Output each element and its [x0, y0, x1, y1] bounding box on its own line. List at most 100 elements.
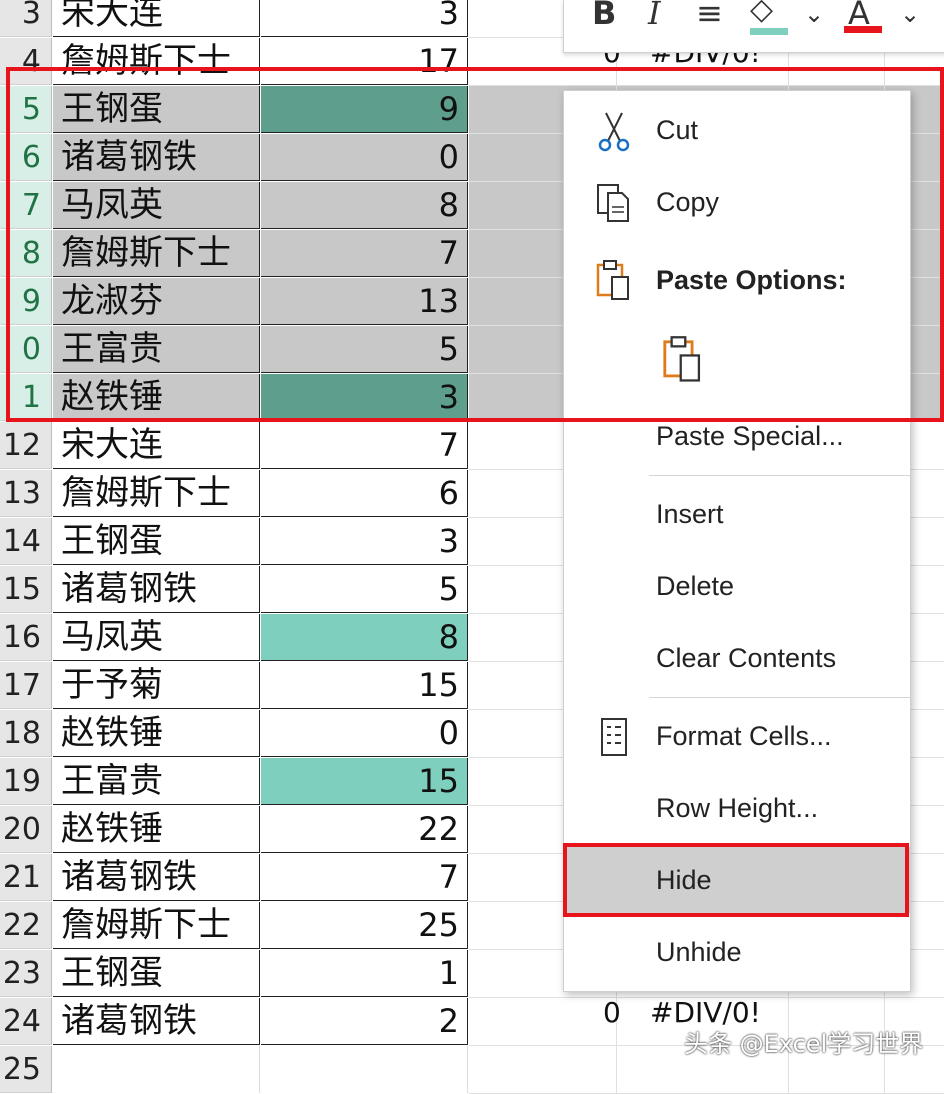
- menu-item-insert[interactable]: Insert: [564, 485, 910, 545]
- cell-name[interactable]: 诸葛钢铁: [53, 566, 260, 613]
- cell-value[interactable]: 5: [261, 326, 468, 373]
- paste-icon: [663, 336, 701, 382]
- cell-name[interactable]: 于予菊: [53, 662, 260, 709]
- cell-name[interactable]: 詹姆斯下士: [53, 230, 260, 277]
- cell-value[interactable]: 25: [261, 902, 468, 949]
- menu-item-row-height[interactable]: Row Height...: [564, 779, 910, 839]
- menu-item-delete[interactable]: Delete: [564, 557, 910, 617]
- row-header[interactable]: 18: [0, 710, 52, 757]
- cell-value[interactable]: 5: [261, 566, 468, 613]
- cell-value[interactable]: 7: [261, 230, 468, 277]
- cell-name[interactable]: 马凤英: [53, 614, 260, 661]
- bold-button[interactable]: B: [592, 0, 616, 32]
- menu-item-copy[interactable]: Copy: [564, 173, 910, 233]
- cell-name[interactable]: 詹姆斯下士: [53, 470, 260, 517]
- cell-value[interactable]: [261, 1046, 468, 1093]
- cell-value[interactable]: 3: [261, 518, 468, 565]
- cell-name[interactable]: 王富贵: [53, 326, 260, 373]
- menu-separator: [649, 697, 910, 698]
- cell-name[interactable]: 詹姆斯下士: [53, 902, 260, 949]
- cell-name[interactable]: 诸葛钢铁: [53, 998, 260, 1045]
- row-header[interactable]: 21: [0, 854, 52, 901]
- cell-value[interactable]: 17: [261, 38, 468, 85]
- fill-dropdown-icon[interactable]: ⌄: [804, 0, 824, 28]
- cell-value[interactable]: 6: [261, 470, 468, 517]
- cell-name[interactable]: 诸葛钢铁: [53, 134, 260, 181]
- row-header[interactable]: 19: [0, 758, 52, 805]
- row-header[interactable]: 5: [0, 86, 52, 133]
- row-header[interactable]: 25: [0, 1046, 52, 1093]
- cell-name[interactable]: 赵铁锤: [53, 374, 260, 421]
- hide-label: Hide: [656, 865, 712, 895]
- cell-name[interactable]: 宋大连: [53, 0, 260, 37]
- cell-name[interactable]: 诸葛钢铁: [53, 854, 260, 901]
- row-header[interactable]: 20: [0, 806, 52, 853]
- row-header[interactable]: 1: [0, 374, 52, 421]
- gridline: [616, 1046, 617, 1093]
- menu-item-paste-special[interactable]: Paste Special...: [564, 407, 910, 467]
- cell-name[interactable]: 王钢蛋: [53, 518, 260, 565]
- row-header[interactable]: 15: [0, 566, 52, 613]
- cell-name[interactable]: 詹姆斯下士: [53, 38, 260, 85]
- format-cells-icon: [601, 718, 627, 756]
- cell-name[interactable]: 赵铁锤: [53, 710, 260, 757]
- row-header[interactable]: 24: [0, 998, 52, 1045]
- cell-value[interactable]: 8: [261, 182, 468, 229]
- row-header[interactable]: 0: [0, 326, 52, 373]
- row-header[interactable]: 4: [0, 38, 52, 85]
- cell-value[interactable]: 15: [261, 662, 468, 709]
- cell-value[interactable]: 3: [261, 0, 468, 37]
- row-header[interactable]: 6: [0, 134, 52, 181]
- row-header[interactable]: 22: [0, 902, 52, 949]
- menu-item-cut[interactable]: Cut: [564, 101, 910, 161]
- cell-value[interactable]: 22: [261, 806, 468, 853]
- row-header[interactable]: 3: [0, 0, 52, 37]
- row-header[interactable]: 16: [0, 614, 52, 661]
- cell-name[interactable]: 王钢蛋: [53, 86, 260, 133]
- menu-item-format-cells[interactable]: Format Cells...: [564, 707, 910, 767]
- row-header[interactable]: 14: [0, 518, 52, 565]
- menu-item-unhide[interactable]: Unhide: [564, 923, 910, 983]
- cell-value[interactable]: 15: [261, 758, 468, 805]
- cell-value[interactable]: 7: [261, 422, 468, 469]
- cell-value[interactable]: 2: [261, 998, 468, 1045]
- row-header[interactable]: 7: [0, 182, 52, 229]
- cell-row24-zero[interactable]: 0: [603, 996, 621, 1029]
- cell-value[interactable]: 9: [261, 86, 468, 133]
- row-header[interactable]: 9: [0, 278, 52, 325]
- cell-name[interactable]: 王钢蛋: [53, 950, 260, 997]
- cell-name[interactable]: [53, 1046, 260, 1093]
- row-header[interactable]: 8: [0, 230, 52, 277]
- cell-value[interactable]: 3: [261, 374, 468, 421]
- cut-label: Cut: [656, 115, 699, 145]
- row-header[interactable]: 17: [0, 662, 52, 709]
- cell-name[interactable]: 马凤英: [53, 182, 260, 229]
- row-header[interactable]: 13: [0, 470, 52, 517]
- cell-value[interactable]: 8: [261, 614, 468, 661]
- cell-value[interactable]: 0: [261, 134, 468, 181]
- cell-value[interactable]: 13: [261, 278, 468, 325]
- cell-value[interactable]: 1: [261, 950, 468, 997]
- row-header[interactable]: 23: [0, 950, 52, 997]
- menu-item-paste-options: Paste Options:: [564, 251, 910, 311]
- menu-item-hide[interactable]: Hide: [564, 847, 910, 913]
- scissors-icon: [598, 112, 630, 152]
- align-button[interactable]: ≡: [696, 0, 723, 32]
- cell-value[interactable]: 7: [261, 854, 468, 901]
- paste-options-label: Paste Options:: [656, 265, 847, 295]
- cell-name[interactable]: 赵铁锤: [53, 806, 260, 853]
- fill-color-icon[interactable]: ◇: [750, 0, 788, 35]
- italic-button[interactable]: I: [648, 0, 661, 32]
- insert-label: Insert: [656, 499, 724, 529]
- clipboard-icon: [596, 260, 629, 300]
- cell-name[interactable]: 宋大连: [53, 422, 260, 469]
- cell-name[interactable]: 王富贵: [53, 758, 260, 805]
- paste-button[interactable]: [564, 329, 910, 389]
- menu-item-clear-contents[interactable]: Clear Contents: [564, 629, 910, 689]
- mini-toolbar: B I ≡ ◇ ⌄ A ⌄: [563, 0, 944, 53]
- cell-name[interactable]: 龙淑芬: [53, 278, 260, 325]
- context-menu: Cut Copy Paste Options: Paste Special...…: [563, 90, 911, 992]
- font-dropdown-icon[interactable]: ⌄: [900, 0, 920, 28]
- row-header[interactable]: 12: [0, 422, 52, 469]
- cell-value[interactable]: 0: [261, 710, 468, 757]
